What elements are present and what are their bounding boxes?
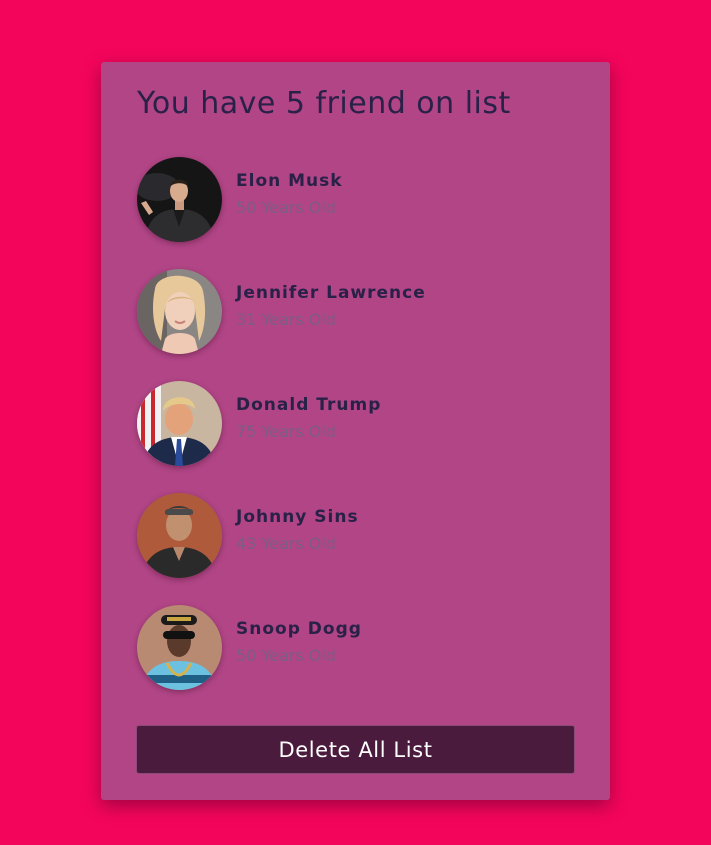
person-photo-icon — [137, 269, 222, 354]
friend-name: Elon Musk — [236, 171, 343, 191]
friend-info: Jennifer Lawrence 31 Years Old — [236, 283, 426, 329]
delete-all-button[interactable]: Delete All List — [136, 725, 575, 774]
friend-age: 43 Years Old — [236, 534, 336, 553]
friend-age: 75 Years Old — [236, 422, 336, 441]
friend-info: Elon Musk 50 Years Old — [236, 171, 343, 217]
friend-name: Johnny Sins — [236, 507, 359, 527]
avatar — [137, 157, 222, 242]
avatar — [137, 493, 222, 578]
friend-age: 31 Years Old — [236, 310, 336, 329]
friend-age: 50 Years Old — [236, 198, 336, 217]
page-title: You have 5 friend on list — [137, 86, 511, 121]
friend-list-card: You have 5 friend on list Elon Musk 50 Y… — [101, 62, 610, 800]
friend-name: Donald Trump — [236, 395, 382, 415]
friend-info: Johnny Sins 43 Years Old — [236, 507, 359, 553]
friend-info: Snoop Dogg 50 Years Old — [236, 619, 362, 665]
person-photo-icon — [137, 157, 222, 242]
person-photo-icon — [137, 381, 222, 466]
avatar — [137, 605, 222, 690]
person-photo-icon — [137, 493, 222, 578]
friend-name: Snoop Dogg — [236, 619, 362, 639]
avatar — [137, 269, 222, 354]
friend-age: 50 Years Old — [236, 646, 336, 665]
friend-name: Jennifer Lawrence — [236, 283, 426, 303]
avatar — [137, 381, 222, 466]
person-photo-icon — [137, 605, 222, 690]
friend-info: Donald Trump 75 Years Old — [236, 395, 381, 441]
